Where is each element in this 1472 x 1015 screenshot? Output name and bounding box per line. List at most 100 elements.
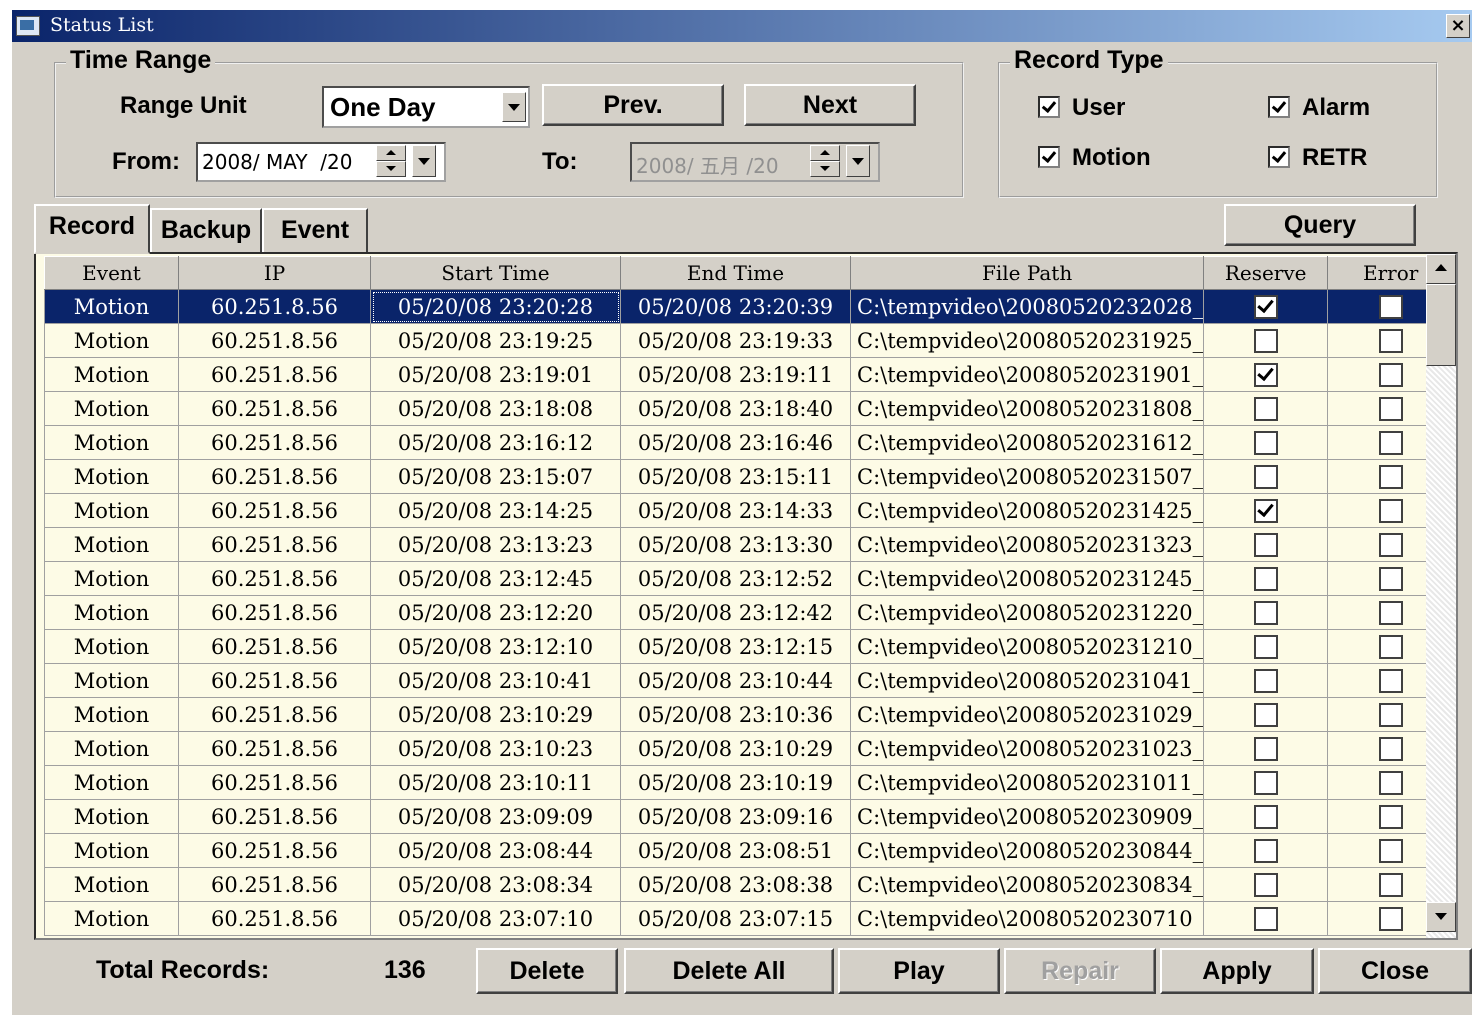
column-header-start-time[interactable]: Start Time (370, 256, 621, 290)
apply-button[interactable]: Apply (1160, 948, 1314, 994)
chevron-down-icon[interactable] (412, 145, 436, 177)
vertical-scrollbar[interactable] (1426, 254, 1456, 938)
from-date-spinner[interactable] (376, 145, 406, 177)
cell-event: Motion (44, 731, 179, 766)
reserve-checkbox[interactable] (1253, 839, 1278, 864)
column-header-file-path[interactable]: File Path (849, 256, 1205, 290)
cell-end-time: 05/20/08 23:07:15 (620, 901, 851, 936)
reserve-checkbox[interactable] (1253, 431, 1278, 456)
tab-event[interactable]: Event (262, 208, 368, 254)
table-row[interactable]: Motion 60.251.8.56 05/20/08 23:08:34 05/20/… (44, 867, 1455, 902)
checkbox-alarm[interactable] (1268, 96, 1290, 118)
error-checkbox[interactable] (1378, 873, 1403, 898)
reserve-checkbox[interactable] (1253, 295, 1278, 320)
error-checkbox[interactable] (1378, 839, 1403, 864)
table-row[interactable]: Motion 60.251.8.56 05/20/08 23:18:08 05/20/… (44, 391, 1455, 426)
range-unit-value: One Day (330, 92, 436, 122)
table-row[interactable]: Motion 60.251.8.56 05/20/08 23:12:20 05/20/… (44, 595, 1455, 630)
record-table[interactable]: Event IP Start Time End Time File Path R… (34, 252, 1458, 940)
close-button[interactable]: Close (1318, 948, 1472, 994)
reserve-checkbox[interactable] (1253, 635, 1278, 660)
table-row[interactable]: Motion 60.251.8.56 05/20/08 23:10:29 05/20/… (44, 697, 1455, 732)
next-button[interactable]: Next (744, 84, 916, 126)
scroll-down-icon[interactable] (1426, 902, 1456, 932)
table-row[interactable]: Motion 60.251.8.56 05/20/08 23:13:23 05/20/… (44, 527, 1455, 562)
prev-button[interactable]: Prev. (542, 84, 724, 126)
reserve-checkbox[interactable] (1253, 533, 1278, 558)
cell-event: Motion (44, 867, 179, 902)
error-checkbox[interactable] (1378, 737, 1403, 762)
error-checkbox[interactable] (1378, 431, 1403, 456)
reserve-checkbox[interactable] (1253, 737, 1278, 762)
reserve-checkbox[interactable] (1253, 363, 1278, 388)
error-checkbox[interactable] (1378, 907, 1403, 932)
error-checkbox[interactable] (1378, 669, 1403, 694)
table-row[interactable]: Motion 60.251.8.56 05/20/08 23:10:41 05/20/… (44, 663, 1455, 698)
delete-all-button[interactable]: Delete All (624, 948, 834, 994)
scroll-thumb[interactable] (1426, 284, 1456, 366)
error-checkbox[interactable] (1378, 499, 1403, 524)
tab-record[interactable]: Record (34, 204, 150, 254)
reserve-checkbox[interactable] (1253, 873, 1278, 898)
reserve-checkbox[interactable] (1253, 397, 1278, 422)
error-checkbox[interactable] (1378, 329, 1403, 354)
from-date-field[interactable]: 2008/ MAY /20 (196, 142, 446, 182)
spin-up-icon[interactable] (376, 145, 406, 161)
query-button[interactable]: Query (1224, 204, 1416, 246)
error-checkbox[interactable] (1378, 465, 1403, 490)
spin-down-icon[interactable] (376, 161, 406, 177)
column-header-ip[interactable]: IP (178, 256, 371, 290)
error-checkbox[interactable] (1378, 703, 1403, 728)
table-row[interactable]: Motion 60.251.8.56 05/20/08 23:14:25 05/20/… (44, 493, 1455, 528)
record-type-retr[interactable]: RETR (1268, 144, 1428, 174)
cell-file-path: C:\tempvideo\20080520231210_ (849, 629, 1205, 664)
table-row[interactable]: Motion 60.251.8.56 05/20/08 23:19:01 05/20/… (44, 357, 1455, 392)
error-checkbox[interactable] (1378, 533, 1403, 558)
error-checkbox[interactable] (1378, 567, 1403, 592)
reserve-checkbox[interactable] (1253, 329, 1278, 354)
table-row[interactable]: Motion 60.251.8.56 05/20/08 23:12:10 05/20/… (44, 629, 1455, 664)
error-checkbox[interactable] (1378, 805, 1403, 830)
error-checkbox[interactable] (1378, 397, 1403, 422)
reserve-checkbox[interactable] (1253, 805, 1278, 830)
column-header-end-time[interactable]: End Time (620, 256, 851, 290)
play-button[interactable]: Play (838, 948, 1000, 994)
delete-button[interactable]: Delete (476, 948, 618, 994)
error-checkbox[interactable] (1378, 363, 1403, 388)
table-row[interactable]: Motion 60.251.8.56 05/20/08 23:08:44 05/20/… (44, 833, 1455, 868)
column-header-event[interactable]: Event (44, 256, 179, 290)
checkbox-motion[interactable] (1038, 146, 1060, 168)
table-row[interactable]: Motion 60.251.8.56 05/20/08 23:12:45 05/20/… (44, 561, 1455, 596)
column-header-reserve[interactable]: Reserve (1203, 256, 1329, 290)
table-row[interactable]: Motion 60.251.8.56 05/20/08 23:09:09 05/20/… (44, 799, 1455, 834)
range-unit-select[interactable]: One Day (322, 86, 530, 128)
reserve-checkbox[interactable] (1253, 601, 1278, 626)
reserve-checkbox[interactable] (1253, 907, 1278, 932)
reserve-checkbox[interactable] (1253, 465, 1278, 490)
table-row[interactable]: Motion 60.251.8.56 05/20/08 23:07:10 05/20/… (44, 901, 1455, 936)
table-row[interactable]: Motion 60.251.8.56 05/20/08 23:15:07 05/20/… (44, 459, 1455, 494)
tab-backup[interactable]: Backup (150, 208, 262, 254)
error-checkbox[interactable] (1378, 295, 1403, 320)
table-row[interactable]: Motion 60.251.8.56 05/20/08 23:20:28 05/20/… (44, 289, 1455, 324)
record-type-alarm[interactable]: Alarm (1268, 94, 1428, 124)
checkbox-user[interactable] (1038, 96, 1060, 118)
chevron-down-icon[interactable] (502, 92, 526, 122)
reserve-checkbox[interactable] (1253, 703, 1278, 728)
close-window-button[interactable]: × (1446, 14, 1470, 38)
checkbox-retr[interactable] (1268, 146, 1290, 168)
table-row[interactable]: Motion 60.251.8.56 05/20/08 23:16:12 05/20/… (44, 425, 1455, 460)
error-checkbox[interactable] (1378, 771, 1403, 796)
table-row[interactable]: Motion 60.251.8.56 05/20/08 23:19:25 05/20/… (44, 323, 1455, 358)
error-checkbox[interactable] (1378, 635, 1403, 660)
record-type-motion[interactable]: Motion (1038, 144, 1218, 174)
reserve-checkbox[interactable] (1253, 567, 1278, 592)
reserve-checkbox[interactable] (1253, 669, 1278, 694)
table-row[interactable]: Motion 60.251.8.56 05/20/08 23:10:11 05/20/… (44, 765, 1455, 800)
table-row[interactable]: Motion 60.251.8.56 05/20/08 23:10:23 05/20/… (44, 731, 1455, 766)
scroll-up-icon[interactable] (1426, 254, 1456, 284)
record-type-user[interactable]: User (1038, 94, 1198, 124)
reserve-checkbox[interactable] (1253, 771, 1278, 796)
reserve-checkbox[interactable] (1253, 499, 1278, 524)
error-checkbox[interactable] (1378, 601, 1403, 626)
